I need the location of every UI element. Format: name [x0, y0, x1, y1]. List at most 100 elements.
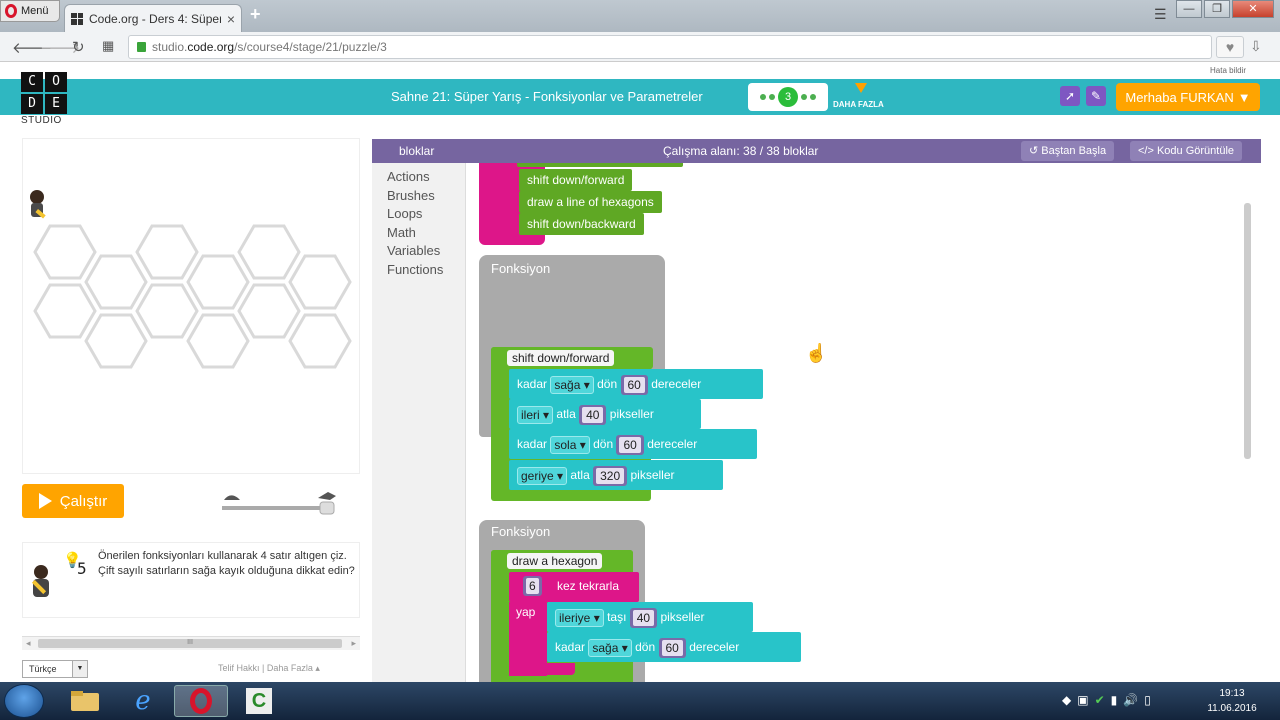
stage-title: Sahne 21: Süper Yarış - Fonksiyonlar ve … [391, 89, 703, 104]
run-button[interactable]: Çalıştır [22, 484, 124, 518]
progress-dot[interactable] [810, 94, 816, 100]
category-loops[interactable]: Loops [387, 205, 465, 224]
pencil-icon[interactable]: ✎ [1086, 86, 1106, 106]
number-input[interactable]: 60 [616, 434, 644, 455]
scroll-left-arrow[interactable]: ◂ [26, 638, 31, 649]
window-close-button[interactable]: ✕ [1232, 0, 1274, 18]
opera-taskbar-icon[interactable] [174, 685, 228, 717]
function-name-bar[interactable]: draw a hexagon [491, 550, 633, 572]
code-studio-logo[interactable]: C O D E STUDIO [21, 72, 69, 126]
category-variables[interactable]: Variables [387, 242, 465, 261]
call-shift-down-backward[interactable]: shift down/backward [519, 213, 644, 235]
browser-tab[interactable]: Code.org - Ders 4: Süper Y × [64, 4, 242, 32]
more-label[interactable]: DAHA FAZLA [833, 100, 884, 109]
progress-dot[interactable] [801, 94, 807, 100]
hexagon-shape [33, 224, 97, 280]
turn-block[interactable]: kadar sola ▾ dön 60 dereceler [509, 429, 757, 459]
reload-icon[interactable]: ↻ [72, 38, 85, 56]
hexagon-shape [288, 254, 352, 310]
number-input[interactable]: 40 [579, 404, 607, 425]
speed-slider[interactable] [220, 490, 340, 518]
hexagon-shape [237, 283, 301, 339]
report-bug-link[interactable]: Hata bildir [1210, 66, 1246, 75]
move-block[interactable]: ileriye ▾ taşı 40 pikseller [547, 602, 753, 632]
direction-dropdown[interactable]: ileriye ▾ [555, 608, 604, 627]
new-tab-button[interactable]: + [250, 4, 261, 25]
number-input[interactable]: 320 [593, 465, 628, 486]
chevron-down-icon: ▾ [557, 468, 564, 483]
category-brushes[interactable]: Brushes [387, 187, 465, 206]
taskbar-clock[interactable]: 19:13 11.06.2016 [1200, 686, 1264, 716]
call-draw-line-of-hexagons[interactable]: draw a line of hexagons [519, 191, 662, 213]
url-field[interactable]: studio.code.org/s/course4/stage/21/puzzl… [128, 35, 1212, 59]
hexagon-shape [84, 254, 148, 310]
direction-dropdown[interactable]: sağa ▾ [588, 638, 632, 657]
number-value: 40 [632, 609, 655, 626]
horizontal-scrollbar[interactable]: ◂ III ▸ [22, 636, 360, 650]
function-name-bar[interactable]: shift down/forward [491, 347, 653, 369]
call-block-partial[interactable] [517, 163, 683, 167]
user-menu-button[interactable]: Merhaba FURKAN ▼ [1116, 83, 1260, 111]
category-functions[interactable]: Functions [387, 261, 465, 280]
block-text: pikseller [660, 610, 705, 624]
hexagon-shape [135, 283, 199, 339]
progress-dot[interactable] [760, 94, 766, 100]
function-name[interactable]: draw a hexagon [507, 553, 603, 569]
current-puzzle-dot[interactable]: 3 [778, 87, 798, 107]
more-link[interactable]: Daha Fazla ▴ [267, 663, 320, 673]
minimize-button[interactable]: — [1176, 0, 1202, 18]
footer-links: Telif Hakkı | Daha Fazla ▴ [218, 663, 320, 673]
visualization-area [22, 138, 360, 474]
dropdown-value: sağa [554, 377, 581, 392]
camtasia-icon[interactable]: C [232, 685, 286, 717]
download-icon[interactable]: ⇩ [1250, 38, 1262, 55]
opera-menu-button[interactable]: Menü [0, 0, 60, 22]
category-actions[interactable]: Actions [387, 168, 465, 187]
copyright-link[interactable]: Telif Hakkı [218, 663, 260, 673]
internet-explorer-icon[interactable]: e [116, 685, 170, 717]
scroll-thumb[interactable]: III [38, 639, 342, 648]
bookmark-heart-icon[interactable]: ♥ [1216, 36, 1244, 58]
progress-dot[interactable] [769, 94, 775, 100]
start-button[interactable] [4, 684, 44, 718]
page-content: Hata bildir Sahne 21: Süper Yarış - Fonk… [0, 62, 1280, 682]
file-explorer-icon[interactable] [58, 685, 112, 717]
volume-icon[interactable]: 🔊 [1123, 693, 1138, 707]
restore-button[interactable]: ❐ [1204, 0, 1230, 18]
function-name[interactable]: shift down/forward [507, 350, 615, 366]
vertical-scrollbar[interactable] [1244, 203, 1251, 459]
tray-icon[interactable]: ◆ [1062, 693, 1071, 707]
jump-block[interactable]: ileri ▾ atla 40 pikseller [509, 399, 701, 429]
direction-dropdown[interactable]: sola ▾ [550, 435, 590, 454]
speed-dial-icon[interactable]: ▦ [102, 38, 114, 54]
tab-menu-icon[interactable]: ☰ [1154, 6, 1167, 23]
number-input[interactable]: 40 [629, 607, 658, 628]
category-math[interactable]: Math [387, 224, 465, 243]
scroll-right-arrow[interactable]: ▸ [351, 638, 356, 649]
toolbox-header: bloklar [399, 144, 435, 158]
direction-dropdown[interactable]: ileri ▾ [517, 405, 554, 424]
turn-block[interactable]: kadar sağa ▾ dön 60 dereceler [509, 369, 763, 399]
block-workspace[interactable]: shift down/forward draw a line of hexago… [467, 163, 1261, 682]
rocket-icon[interactable]: ➚ [1060, 86, 1080, 106]
tray-icon[interactable]: ▣ [1077, 693, 1088, 707]
tab-close-icon[interactable]: × [227, 11, 235, 27]
repeat-block[interactable]: 6 kez tekrarla [509, 572, 639, 602]
show-code-button[interactable]: </> Kodu Görüntüle [1130, 141, 1243, 161]
number-input[interactable]: 60 [658, 637, 686, 658]
opera-logo-icon [5, 4, 17, 18]
direction-dropdown[interactable]: geriye ▾ [517, 466, 568, 485]
chevron-down-icon: ▾ [543, 407, 550, 422]
number-input[interactable]: 6 [523, 576, 542, 596]
network-icon[interactable]: ▮ [1111, 693, 1118, 707]
direction-dropdown[interactable]: sağa ▾ [550, 375, 594, 394]
more-arrow-icon[interactable] [855, 83, 867, 93]
number-input[interactable]: 60 [620, 374, 648, 395]
power-icon[interactable]: ▯ [1144, 693, 1151, 707]
tray-icon[interactable]: ✔ [1095, 693, 1105, 707]
call-shift-down-forward[interactable]: shift down/forward [519, 169, 633, 191]
language-select[interactable]: Türkçe ▼ [22, 660, 88, 678]
turn-block[interactable]: kadar sağa ▾ dön 60 dereceler [547, 632, 801, 662]
restart-button[interactable]: ↺ Baştan Başla [1021, 141, 1115, 161]
jump-block[interactable]: geriye ▾ atla 320 pikseller [509, 460, 723, 490]
